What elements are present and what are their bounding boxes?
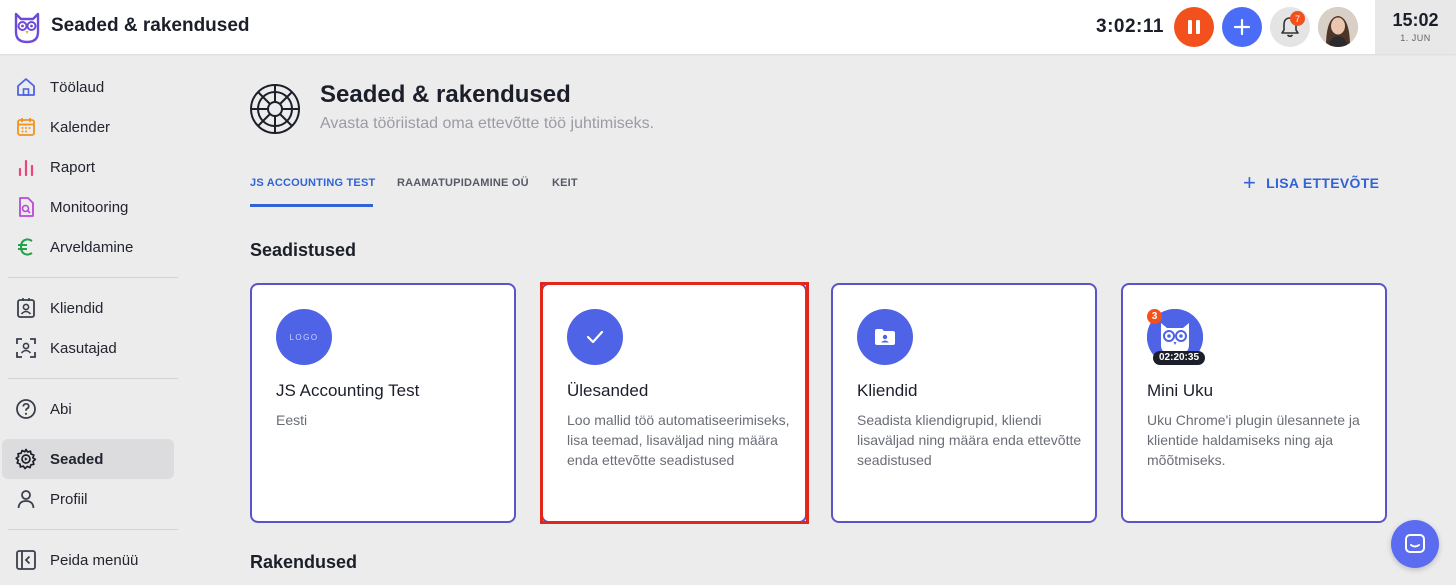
sidebar-item-label: Töölaud — [50, 79, 105, 96]
calendar-icon — [15, 116, 37, 138]
sidebar-item-profiil[interactable]: Profiil — [2, 479, 174, 519]
sidebar-item-arveldamine[interactable]: Arveldamine — [2, 227, 174, 267]
sidebar-item-label: Kalender — [50, 119, 111, 136]
add-company-button[interactable]: + LISA ETTEVÕTE — [1243, 170, 1380, 195]
owl-logo-icon[interactable] — [12, 10, 42, 44]
settings-card-company[interactable]: LOGO JS Accounting Test Eesti — [250, 283, 516, 523]
sidebar-item-raport[interactable]: Raport — [2, 147, 174, 187]
sidebar-item-abi[interactable]: Abi — [2, 389, 174, 429]
sidebar-divider — [8, 529, 178, 530]
card-description: Uku Chrome'i plugin ülesannete ja klient… — [1147, 412, 1360, 468]
card-title: Kliendid — [857, 381, 918, 400]
page-subtitle: Avasta tööriistad oma ettevõtte töö juht… — [320, 115, 655, 132]
sidebar-item-label: Profiil — [50, 491, 88, 508]
sidebar-item-label: Kliendid — [50, 300, 104, 317]
add-company-label: LISA ETTEVÕTE — [1266, 175, 1380, 191]
settings-wheel-icon — [249, 83, 301, 135]
section-title-apps: Rakendused — [250, 552, 358, 572]
sidebar-item-label: Peida menüü — [50, 552, 139, 569]
sidebar-item-peida-menuu[interactable]: Peida menüü — [2, 540, 174, 580]
user-avatar[interactable] — [1318, 7, 1358, 47]
person-icon — [15, 488, 37, 510]
sidebar-item-label: Monitooring — [50, 199, 129, 216]
pause-timer-button[interactable] — [1174, 7, 1214, 47]
tab-keit[interactable]: KEIT — [552, 177, 578, 189]
sidebar-item-kasutajad[interactable]: Kasutajad — [2, 328, 174, 368]
active-tab-indicator — [250, 204, 373, 207]
card-title: Mini Uku — [1147, 381, 1214, 400]
app-title: Seaded & rakendused — [51, 15, 250, 36]
plus-icon — [1233, 18, 1251, 36]
euro-icon — [15, 236, 37, 258]
avatar-photo-icon — [1318, 7, 1358, 47]
sidebar-item-label: Abi — [50, 401, 72, 418]
sidebar-item-label: Arveldamine — [50, 239, 134, 256]
chat-support-button[interactable] — [1391, 520, 1439, 568]
time-tracker-display[interactable]: 3:02:11 — [1096, 16, 1164, 38]
settings-card-tasks[interactable]: Ülesanded Loo mallid töö automatiseerimi… — [541, 283, 807, 523]
top-bar: Seaded & rakendused 3:02:11 7 15:02 1. J… — [0, 0, 1456, 54]
card-description: Loo mallid töö automatiseerimiseks, lisa… — [567, 412, 790, 468]
checkmark-icon — [567, 309, 623, 365]
tab-raamatupidamine-ou[interactable]: RAAMATUPIDAMINE OÜ — [397, 177, 529, 189]
monitor-doc-icon — [15, 196, 37, 218]
notifications-button[interactable] — [1270, 7, 1310, 47]
sidebar-item-label: Kasutajad — [50, 340, 117, 357]
sidebar-item-toolaud[interactable]: Töölaud — [2, 67, 174, 107]
sidebar-item-kalender[interactable]: Kalender — [2, 107, 174, 147]
uku-notification-badge: 3 — [1147, 309, 1162, 324]
card-title: JS Accounting Test — [276, 381, 420, 400]
help-icon — [15, 398, 37, 420]
settings-card-mini-uku[interactable]: 3 02:20:35 Mini Uku Uku Chrome'i plugin … — [1121, 283, 1387, 523]
chart-icon — [15, 156, 37, 178]
sidebar-item-label: Raport — [50, 159, 96, 176]
page-title: Seaded & rakendused — [320, 81, 571, 108]
chat-icon — [1405, 534, 1425, 553]
company-logo-placeholder: LOGO — [276, 309, 332, 365]
section-title-settings: Seadistused — [250, 240, 357, 260]
user-scan-icon — [15, 337, 37, 359]
quick-add-button[interactable] — [1222, 7, 1262, 47]
tab-js-accounting-test[interactable]: JS ACCOUNTING TEST — [250, 177, 375, 189]
card-description: Seadista kliendigrupid, kliendi lisavälj… — [857, 412, 1082, 468]
logo-placeholder-text: LOGO — [289, 332, 319, 342]
gear-icon — [15, 448, 37, 470]
clock-date: 1. JUN — [1400, 33, 1431, 43]
sidebar-item-monitooring[interactable]: Monitooring — [2, 187, 174, 227]
sidebar-divider — [8, 378, 178, 379]
sidebar-divider — [8, 277, 178, 278]
plus-icon: + — [1243, 170, 1257, 195]
home-icon — [15, 76, 37, 98]
notification-count-badge: 7 — [1290, 11, 1305, 26]
sidebar-item-label: Seaded — [50, 451, 104, 468]
card-title: Ülesanded — [567, 381, 649, 400]
collapse-icon — [15, 549, 37, 571]
settings-card-clients[interactable]: Kliendid Seadista kliendigrupid, kliendi… — [831, 283, 1097, 523]
sidebar-item-kliendid[interactable]: Kliendid — [2, 288, 174, 328]
sidebar-item-seaded[interactable]: Seaded — [2, 439, 174, 479]
clock-panel: 15:02 1. JUN — [1375, 0, 1456, 54]
clock-time: 15:02 — [1392, 10, 1439, 30]
contacts-icon — [15, 297, 37, 319]
pause-icon — [1188, 20, 1200, 34]
client-folder-icon — [857, 309, 913, 365]
sidebar: Töölaud Kalender Raport Monitooring Arve… — [0, 54, 190, 585]
card-description: Eesti — [276, 412, 308, 428]
uku-timer-badge: 02:20:35 — [1153, 351, 1205, 365]
